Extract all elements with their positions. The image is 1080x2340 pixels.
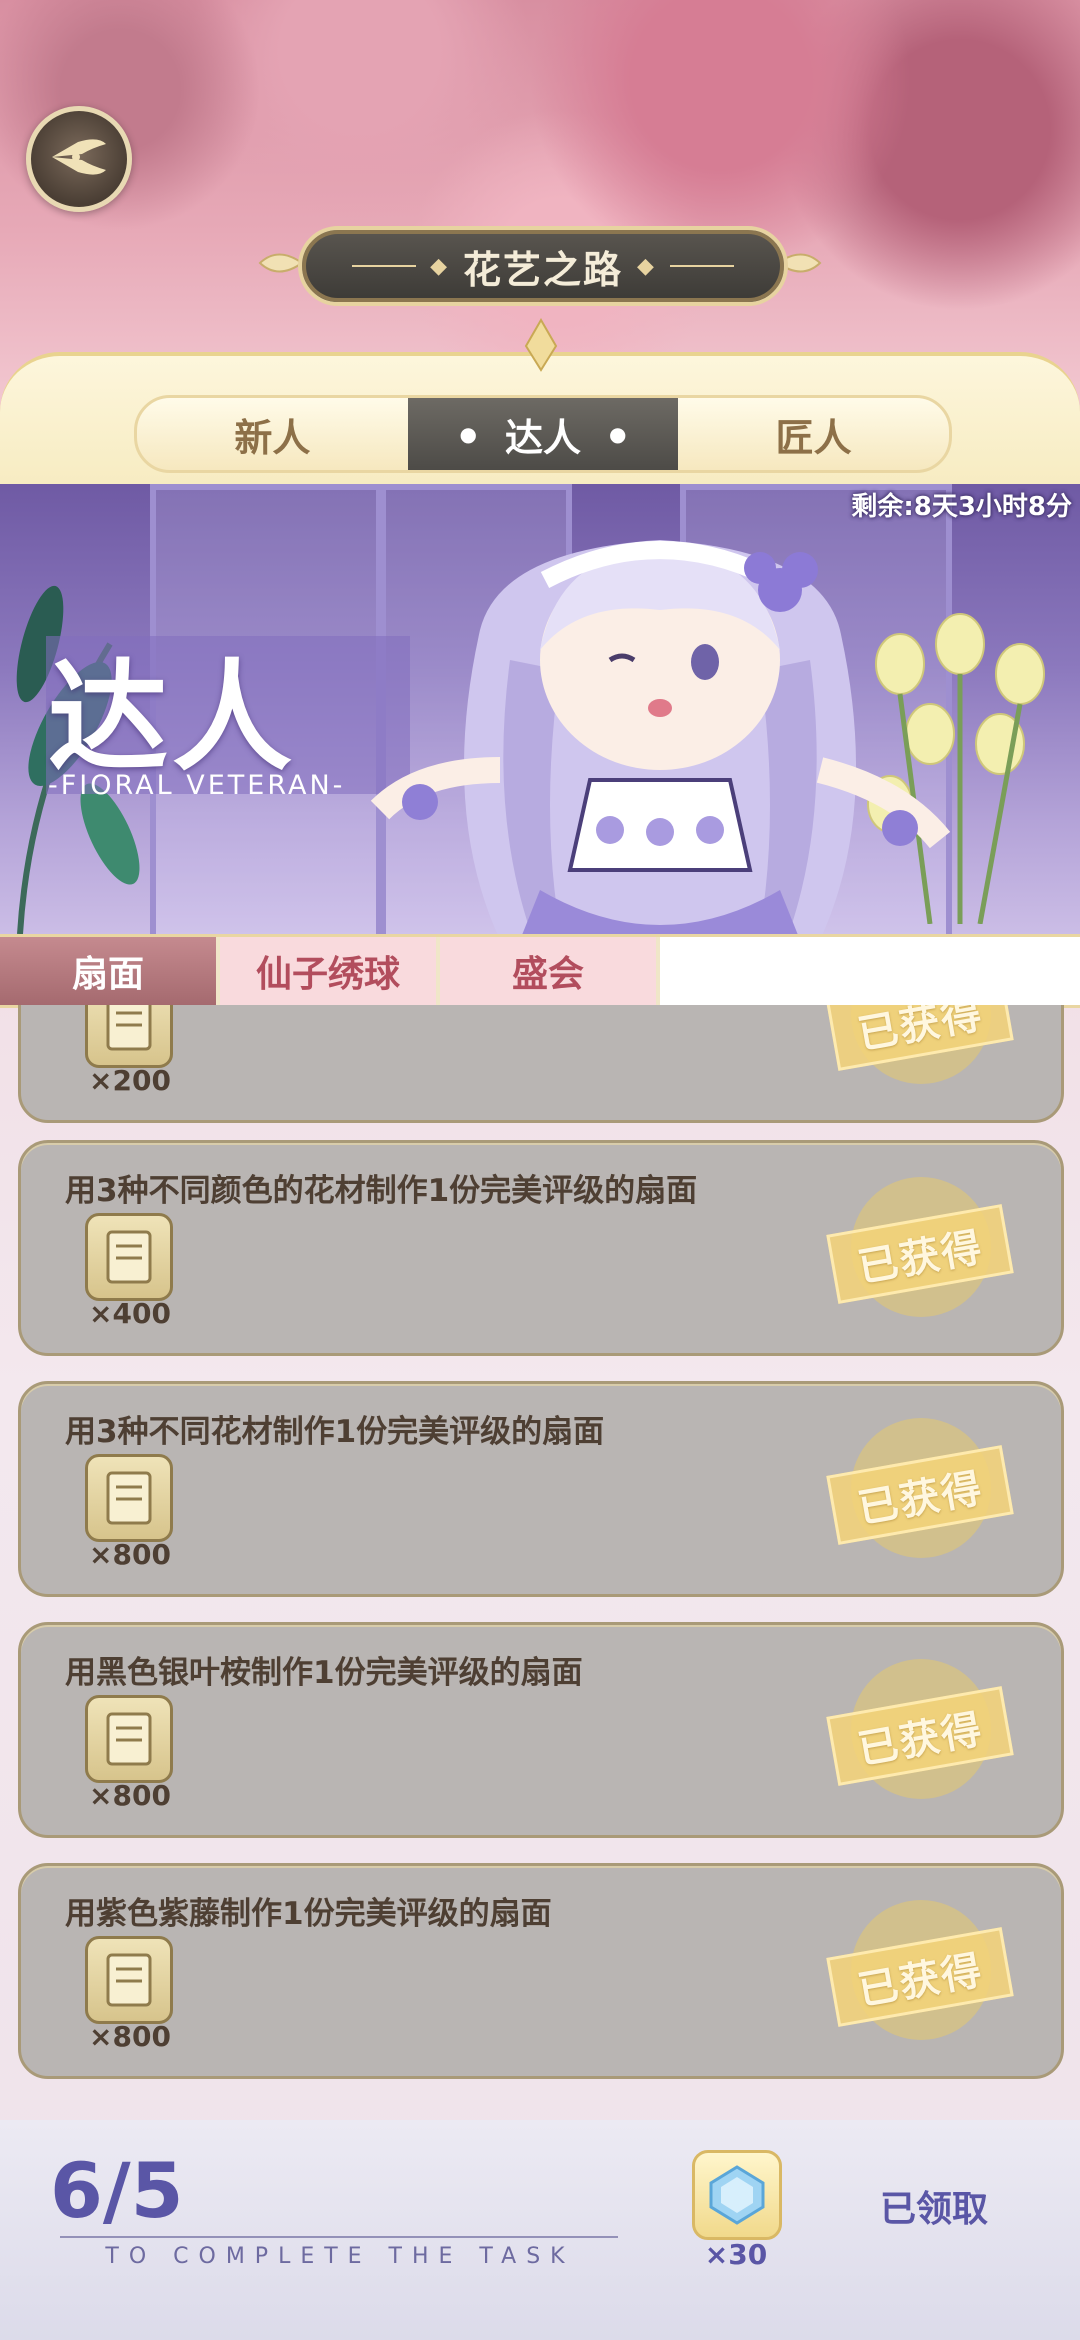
diamond-icon: ◆ bbox=[430, 253, 449, 279]
dot-icon: ● bbox=[609, 422, 627, 446]
obtained-stamp: 已获得 bbox=[826, 1005, 1014, 1084]
reward-quantity: ×800 bbox=[89, 1779, 171, 1812]
back-button[interactable] bbox=[26, 106, 132, 212]
subtab-fan[interactable]: 扇面 bbox=[0, 937, 220, 1005]
progress-caption: TO COMPLETE THE TASK bbox=[105, 2244, 575, 2269]
task-list[interactable]: ×200 已获得 用3种不同颜色的花材制作1份完美评级的扇面 ×400 已获得 … bbox=[0, 1005, 1080, 2115]
scroll-reward-icon bbox=[85, 1005, 173, 1068]
tab-label: 匠人 bbox=[775, 415, 852, 460]
obtained-stamp: 已获得 bbox=[826, 1418, 1014, 1558]
tab-label: 达人 bbox=[505, 415, 582, 460]
rank-tabs: 新人 ● 达人 ● 匠人 bbox=[134, 395, 952, 473]
stamp-label: 已获得 bbox=[826, 1927, 1014, 2027]
stamp-label: 已获得 bbox=[826, 1686, 1014, 1786]
category-subtabs: 扇面 仙子绣球 盛会 bbox=[0, 934, 1080, 1008]
character-illustration bbox=[370, 540, 951, 940]
stamp-label: 已获得 bbox=[826, 1445, 1014, 1545]
task-description: 用黑色银叶桉制作1份完美评级的扇面 bbox=[65, 1655, 583, 1691]
progress-underline bbox=[60, 2236, 618, 2238]
task-progress: 6/5 bbox=[50, 2146, 184, 2235]
task-card: ×200 已获得 bbox=[18, 1005, 1064, 1123]
task-card: 用3种不同花材制作1份完美评级的扇面 ×800 已获得 bbox=[18, 1381, 1064, 1597]
reward-quantity: ×800 bbox=[89, 1538, 171, 1571]
task-description: 用3种不同颜色的花材制作1份完美评级的扇面 bbox=[65, 1173, 698, 1209]
task-card: 用黑色银叶桉制作1份完美评级的扇面 ×800 已获得 bbox=[18, 1622, 1064, 1838]
scroll-reward-icon bbox=[85, 1454, 173, 1542]
claimed-button[interactable]: 已领取 bbox=[880, 2180, 988, 2232]
rank-title: 达人 bbox=[48, 649, 296, 788]
tab-expert[interactable]: ● 达人 ● bbox=[407, 398, 679, 470]
task-description: 用3种不同花材制作1份完美评级的扇面 bbox=[65, 1414, 605, 1450]
diamond-icon: ◆ bbox=[637, 253, 656, 279]
title-divider bbox=[352, 265, 417, 267]
page-title-text: 花艺之路 bbox=[462, 247, 623, 292]
tab-master[interactable]: 匠人 bbox=[678, 398, 949, 470]
obtained-stamp: 已获得 bbox=[826, 1900, 1014, 2040]
reward-quantity: ×400 bbox=[89, 1297, 171, 1330]
final-reward-quantity: ×30 bbox=[704, 2238, 768, 2271]
task-card: 用紫色紫藤制作1份完美评级的扇面 ×800 已获得 bbox=[18, 1863, 1064, 2079]
scroll-reward-icon bbox=[85, 1936, 173, 2024]
scroll-reward-icon bbox=[85, 1213, 173, 1301]
subtab-festival[interactable]: 盛会 bbox=[440, 937, 660, 1005]
crown-ornament-icon bbox=[524, 318, 558, 372]
subtab-hydrangea[interactable]: 仙子绣球 bbox=[220, 937, 440, 1005]
crystal-gem-icon[interactable] bbox=[692, 2150, 782, 2240]
title-divider bbox=[669, 265, 734, 267]
wing-back-icon bbox=[48, 134, 110, 184]
scroll-reward-icon bbox=[85, 1695, 173, 1783]
rank-subtitle: -FIORAL VETERAN- bbox=[48, 770, 346, 801]
obtained-stamp: 已获得 bbox=[826, 1177, 1014, 1317]
task-description: 用紫色紫藤制作1份完美评级的扇面 bbox=[65, 1896, 552, 1932]
page-title: ◆ 花艺之路 ◆ bbox=[298, 226, 788, 306]
obtained-stamp: 已获得 bbox=[826, 1659, 1014, 1799]
tab-label: 新人 bbox=[234, 415, 311, 460]
tab-newcomer[interactable]: 新人 bbox=[137, 398, 408, 470]
reward-quantity: ×800 bbox=[89, 2020, 171, 2053]
task-card: 用3种不同颜色的花材制作1份完美评级的扇面 ×400 已获得 bbox=[18, 1140, 1064, 1356]
stamp-label: 已获得 bbox=[826, 1204, 1014, 1304]
reward-quantity: ×200 bbox=[89, 1064, 171, 1097]
dot-icon: ● bbox=[459, 422, 477, 446]
